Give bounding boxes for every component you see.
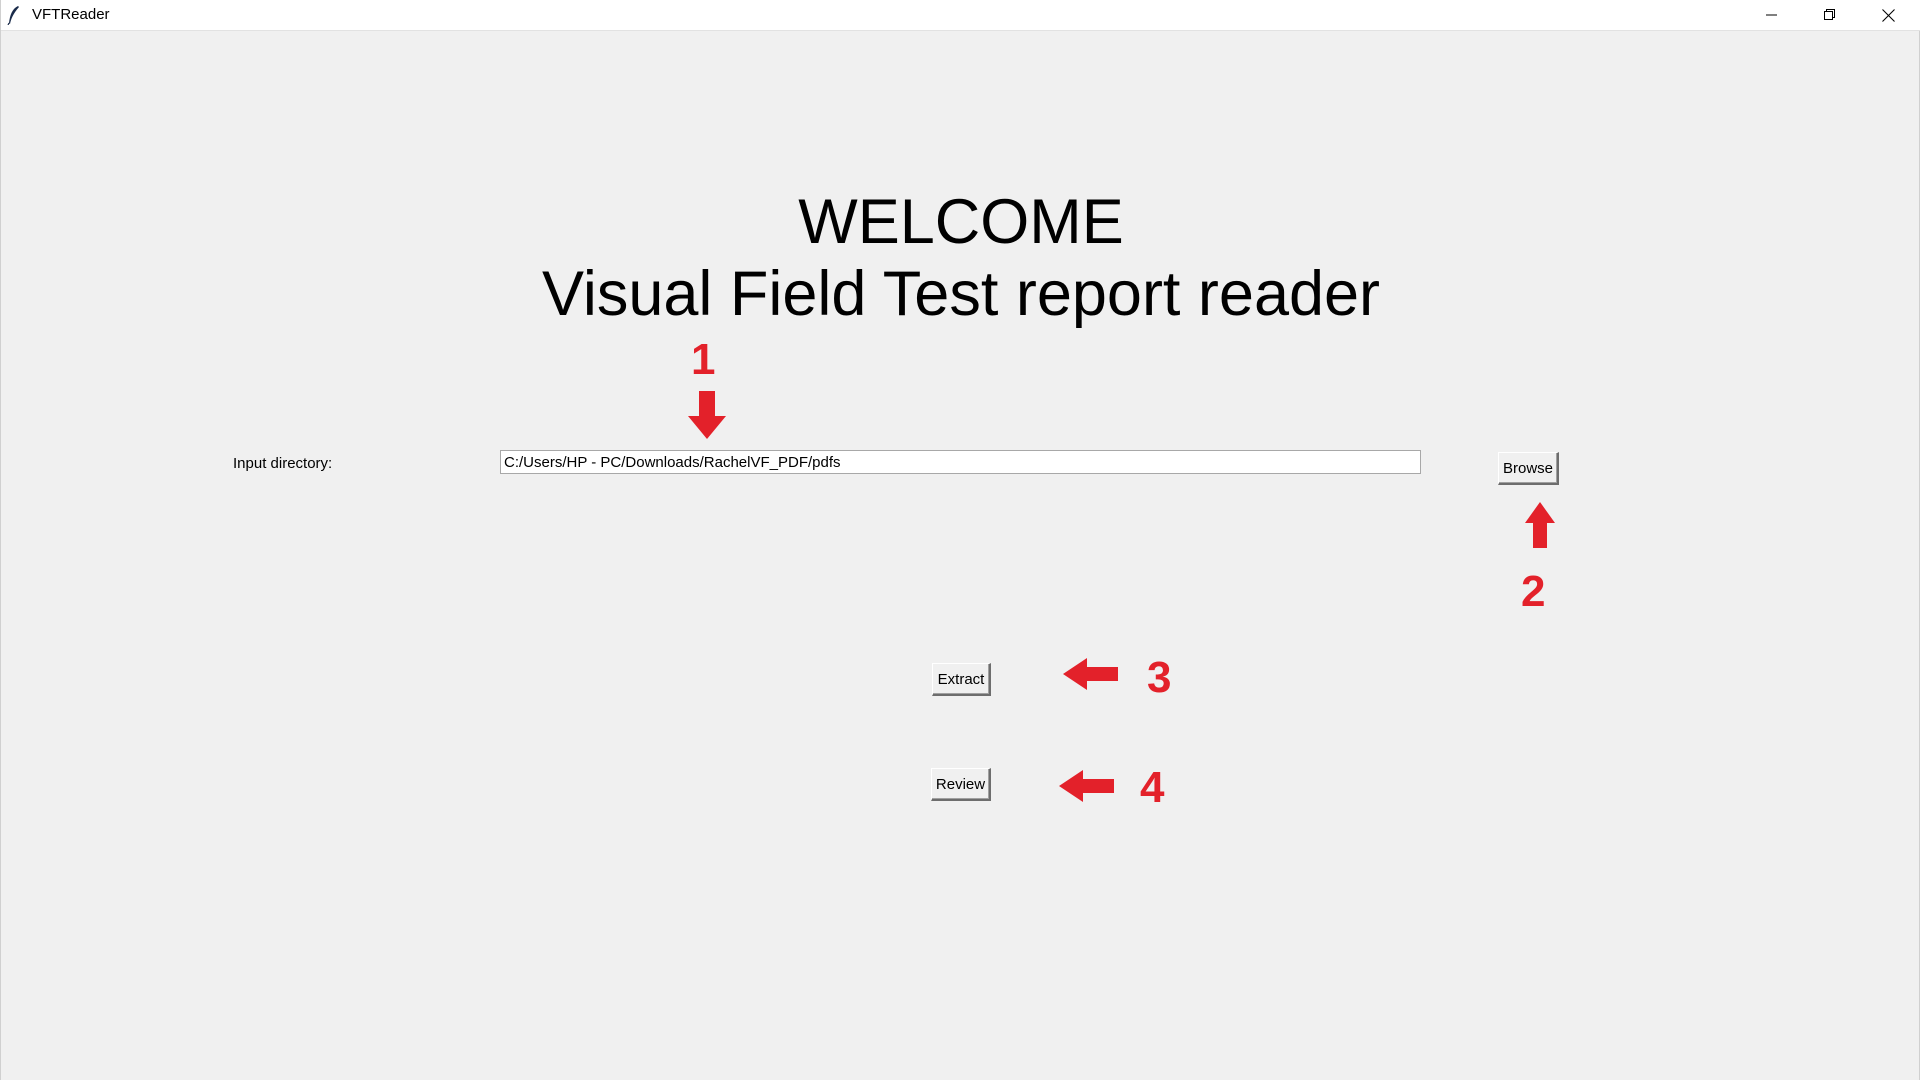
annotation-step-1: 1: [691, 335, 716, 384]
arrow-up-icon: [1525, 502, 1555, 548]
window-title: VFTReader: [32, 6, 110, 23]
extract-button[interactable]: Extract: [932, 663, 991, 696]
minimize-icon: [1766, 14, 1777, 16]
welcome-heading: WELCOME: [798, 187, 1124, 257]
input-directory-field[interactable]: [500, 450, 1421, 474]
restore-icon: [1824, 9, 1835, 20]
close-button[interactable]: [1859, 0, 1917, 30]
feather-icon: [7, 6, 19, 25]
annotation-step-2: 2: [1521, 567, 1546, 616]
review-button[interactable]: Review: [931, 768, 991, 801]
input-directory-label: Input directory:: [233, 455, 333, 472]
app-subtitle-heading: Visual Field Test report reader: [541, 259, 1381, 329]
app-window: VFTReader WELCOME Visual Field Test repo…: [0, 0, 1920, 1080]
browse-button[interactable]: Browse: [1498, 452, 1559, 485]
restore-button[interactable]: [1801, 0, 1859, 30]
close-icon: [1881, 8, 1895, 22]
annotation-step-3: 3: [1147, 653, 1172, 702]
annotation-step-4: 4: [1140, 763, 1165, 812]
minimize-button[interactable]: [1743, 0, 1801, 30]
arrow-left-icon: [1063, 658, 1118, 690]
title-bar[interactable]: VFTReader: [1, 0, 1920, 31]
arrow-left-icon: [1059, 770, 1114, 802]
arrow-down-icon: [688, 391, 726, 439]
